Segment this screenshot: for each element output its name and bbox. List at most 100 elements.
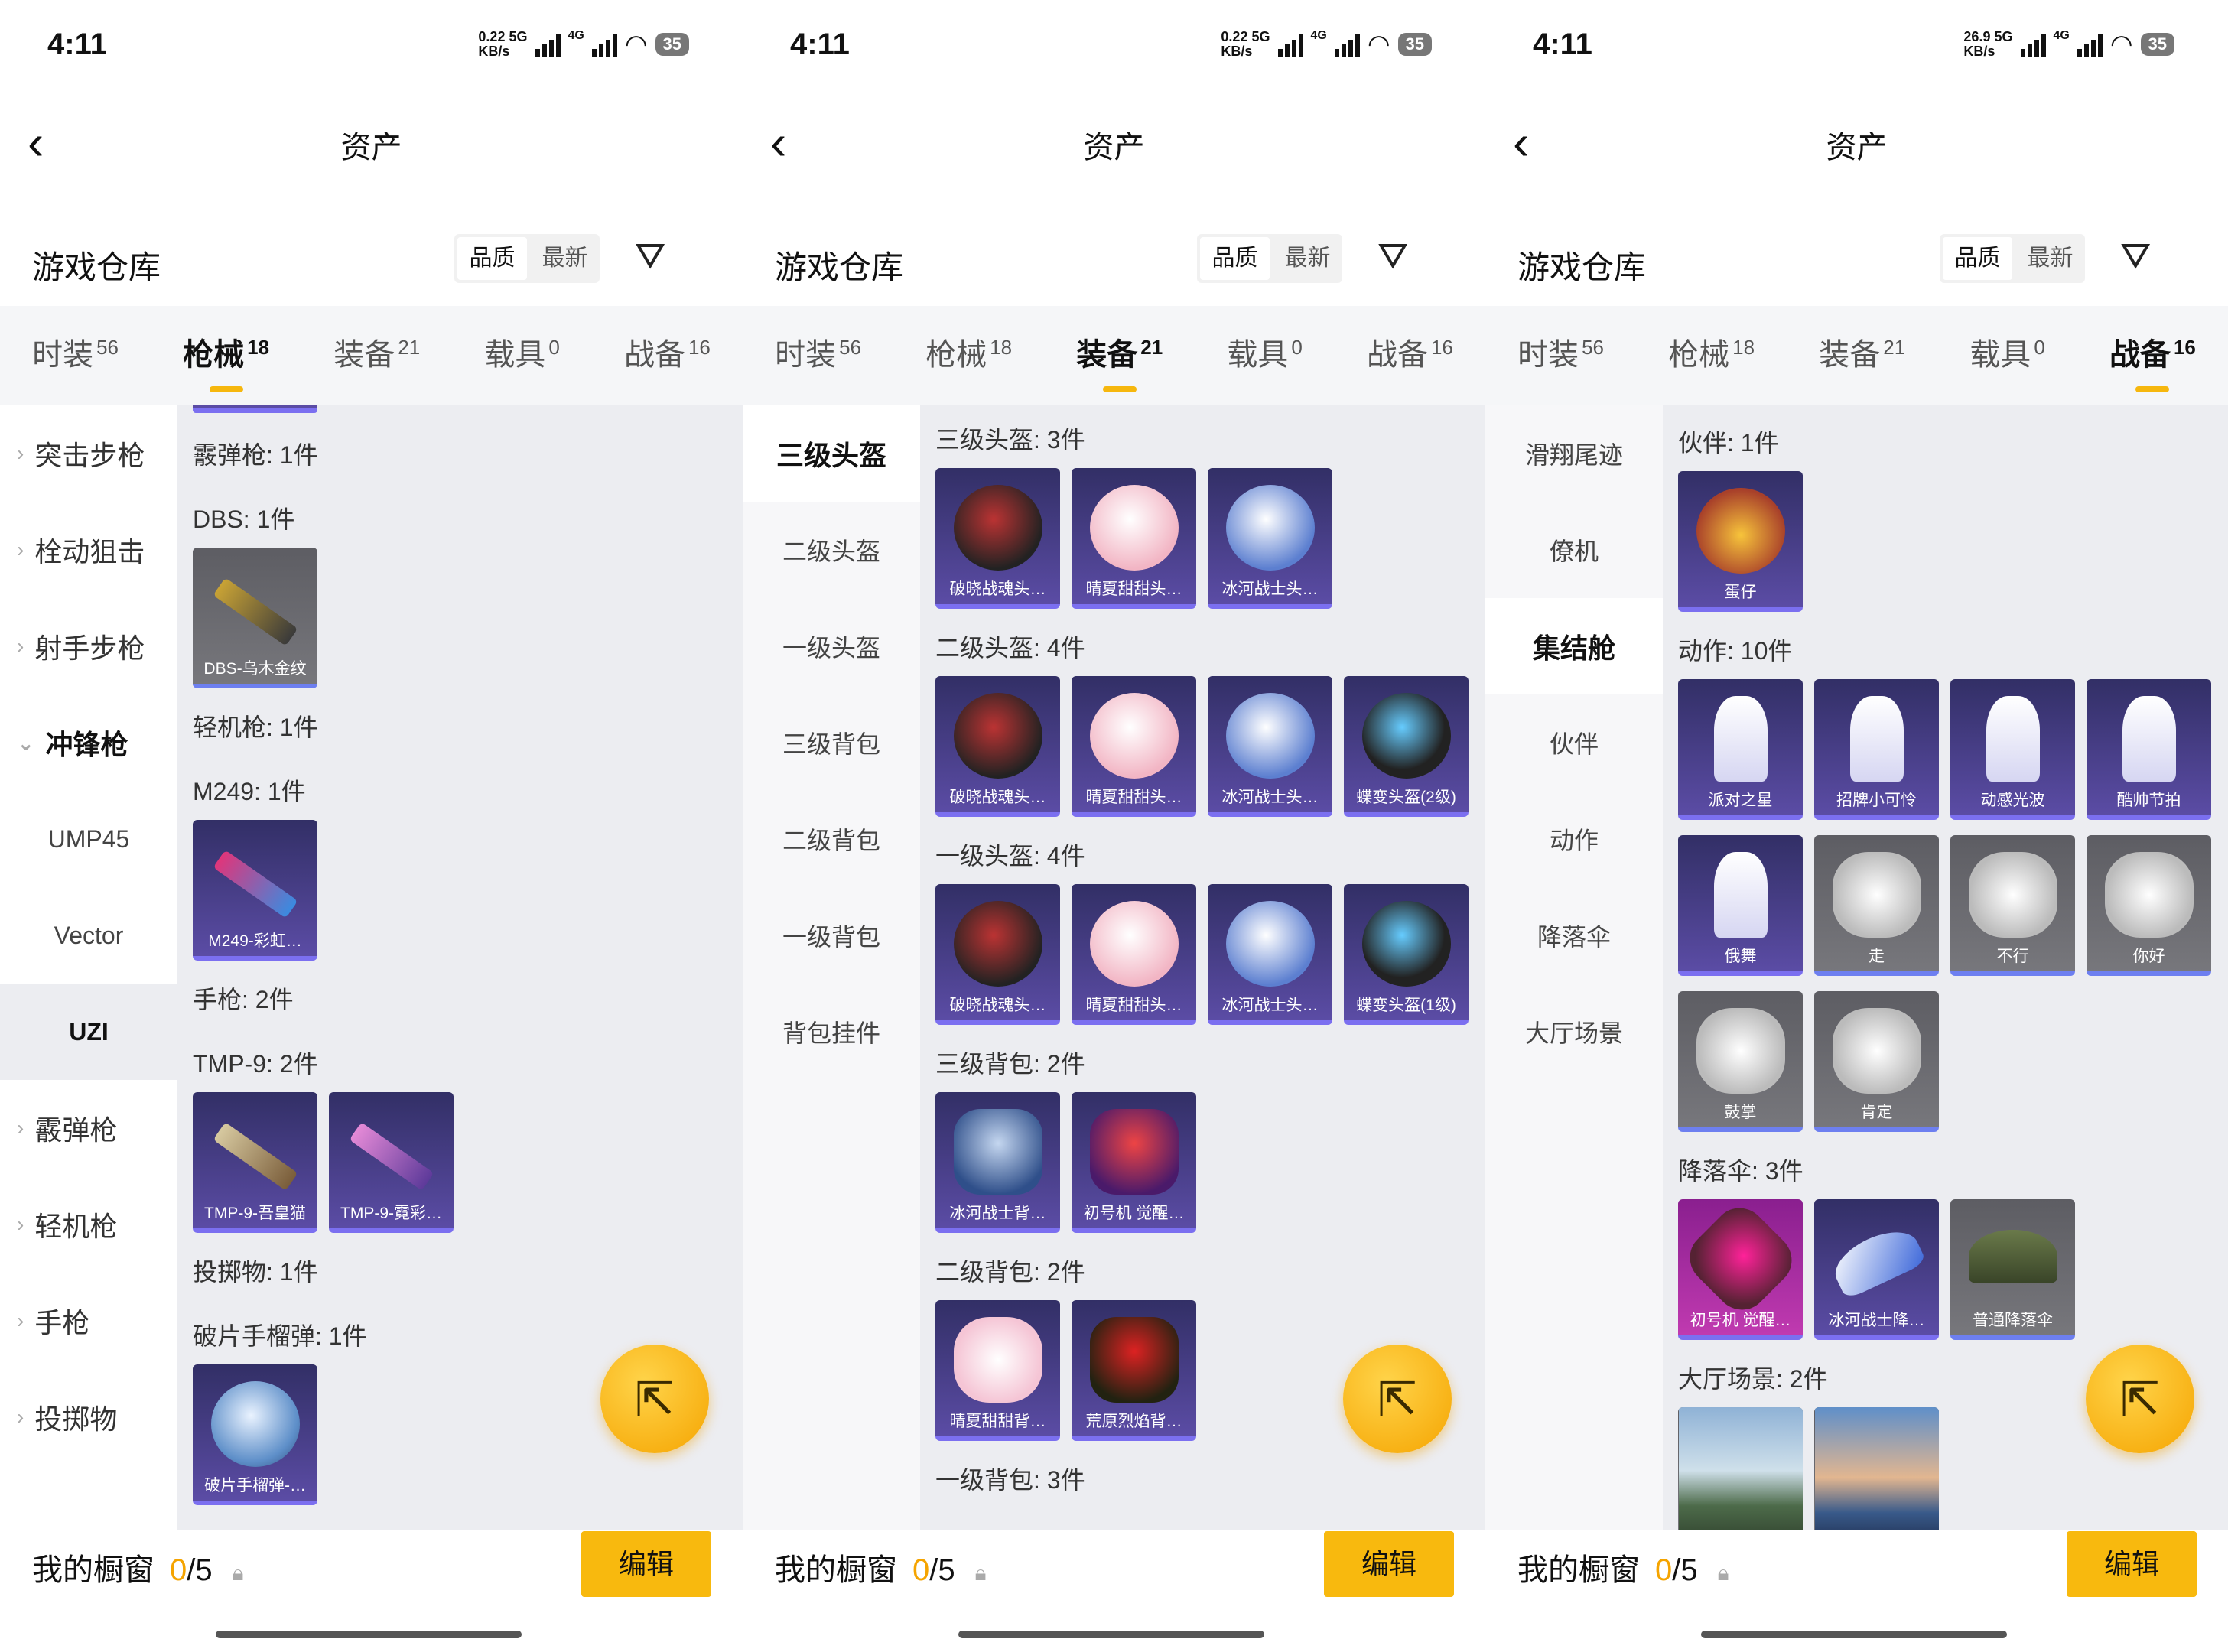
tab-gear[interactable]: 战备 16 — [2109, 330, 2196, 392]
item-card[interactable]: 蝶变头盔(2级) — [1344, 676, 1469, 817]
home-indicator[interactable] — [1701, 1631, 2007, 1638]
item-card[interactable]: 初号机 觉醒… — [1678, 1199, 1803, 1340]
item-card[interactable]: TMP-9-吾皇猫 — [193, 1092, 317, 1233]
sidebar-item-assault-rifle[interactable]: › 突击步枪 — [0, 405, 177, 502]
item-card[interactable]: 晴夏甜甜头… — [1072, 468, 1196, 609]
item-card[interactable]: M249-彩虹… — [193, 820, 317, 961]
item-card[interactable]: 破晓战魂头… — [935, 676, 1060, 817]
item-card[interactable]: 晴夏甜甜背… — [935, 1300, 1060, 1441]
sidebar-item-shotgun[interactable]: › 霰弹枪 — [0, 1080, 177, 1176]
item-card[interactable]: 冰河战士背… — [935, 1092, 1060, 1233]
sort-quality-button[interactable]: 品质 — [1943, 237, 2012, 280]
edit-button[interactable]: 编辑 — [581, 1531, 711, 1597]
item-card[interactable]: 冰河战士降… — [1814, 1199, 1939, 1340]
tab-gear[interactable]: 战备 16 — [1367, 330, 1453, 382]
item-card-partial[interactable] — [193, 405, 317, 413]
sidebar-item-lobby-scene[interactable]: 大厅场景 — [1485, 984, 1663, 1080]
tab-weapons[interactable]: 枪械 18 — [1668, 330, 1755, 382]
sidebar-item-helmet-lv3[interactable]: 三级头盔 — [743, 405, 920, 502]
sidebar-item-wingman[interactable]: 僚机 — [1485, 502, 1663, 598]
item-card[interactable]: 破晓战魂头… — [935, 884, 1060, 1025]
tab-vehicles[interactable]: 载具 0 — [1227, 330, 1302, 382]
sort-latest-button[interactable]: 最新 — [2015, 234, 2085, 283]
sidebar-item-throwable[interactable]: › 投掷物 — [0, 1369, 177, 1465]
item-card[interactable]: 荒原烈焰背… — [1072, 1300, 1196, 1441]
share-button[interactable]: ⇱ — [1343, 1345, 1452, 1453]
item-card-label: 晴夏甜甜头… — [1085, 580, 1182, 598]
filter-icon[interactable]: ⛛ — [635, 236, 665, 278]
item-card[interactable]: 派对之星 — [1678, 679, 1803, 820]
sidebar-subitem-ump45[interactable]: UMP45 — [0, 791, 177, 887]
tab-equipment[interactable]: 装备 21 — [333, 330, 420, 382]
sidebar-item-bolt-sniper[interactable]: › 栓动狙击 — [0, 502, 177, 598]
sidebar-subitem-uzi[interactable]: UZI — [0, 984, 177, 1080]
item-card[interactable]: 肯定 — [1814, 991, 1939, 1132]
sidebar-item-backpack-lv1[interactable]: 一级背包 — [743, 887, 920, 984]
item-card[interactable]: 招牌小可怜 — [1814, 679, 1939, 820]
item-card[interactable]: 破晓战魂头… — [935, 468, 1060, 609]
tab-vehicles[interactable]: 载具 0 — [1969, 330, 2044, 382]
tab-weapons[interactable]: 枪械 18 — [925, 330, 1012, 382]
item-card-label: 你好 — [2132, 948, 2165, 965]
filter-icon[interactable]: ⛛ — [1377, 236, 1408, 278]
item-card[interactable]: 不行 — [1950, 835, 2075, 976]
item-card[interactable]: TMP-9-霓彩… — [329, 1092, 454, 1233]
item-card[interactable]: 鼓掌 — [1678, 991, 1803, 1132]
sidebar-item-backpack-lv2[interactable]: 二级背包 — [743, 791, 920, 887]
share-button[interactable]: ⇱ — [2086, 1345, 2194, 1453]
edit-button[interactable]: 编辑 — [2067, 1531, 2197, 1597]
sort-quality-button[interactable]: 品质 — [457, 237, 527, 280]
filter-icon[interactable]: ⛛ — [2120, 236, 2151, 278]
sidebar-item-companion[interactable]: 伙伴 — [1485, 694, 1663, 791]
item-card[interactable] — [1678, 1407, 1803, 1530]
item-card[interactable]: 俄舞 — [1678, 835, 1803, 976]
sidebar-item-smg[interactable]: ⌄ 冲锋枪 — [0, 694, 177, 791]
sidebar-item-rally-pod[interactable]: 集结舱 — [1485, 598, 1663, 694]
sort-latest-button[interactable]: 最新 — [530, 234, 600, 283]
item-card[interactable]: 酷帅节拍 — [2087, 679, 2211, 820]
sidebar-item-glide-trail[interactable]: 滑翔尾迹 — [1485, 405, 1663, 502]
home-indicator[interactable] — [958, 1631, 1264, 1638]
showcase-count-current: 0 — [1655, 1553, 1673, 1587]
sort-quality-button[interactable]: 品质 — [1200, 237, 1270, 280]
sidebar-item-lmg[interactable]: › 轻机枪 — [0, 1176, 177, 1273]
item-card[interactable]: 蝶变头盔(1级) — [1344, 884, 1469, 1025]
item-card[interactable]: 冰河战士头… — [1208, 468, 1332, 609]
tab-weapons[interactable]: 枪械 18 — [183, 330, 269, 392]
sidebar: 三级头盔 二级头盔 一级头盔 三级背包 二级背包 一级背包 背包挂件 — [743, 405, 920, 1530]
sidebar-item-marksman-rifle[interactable]: › 射手步枪 — [0, 598, 177, 694]
sidebar-item-helmet-lv2[interactable]: 二级头盔 — [743, 502, 920, 598]
item-card[interactable]: 你好 — [2087, 835, 2211, 976]
tab-equipment[interactable]: 装备 21 — [1076, 330, 1163, 392]
item-card[interactable]: 冰河战士头… — [1208, 884, 1332, 1025]
item-card[interactable]: 普通降落伞 — [1950, 1199, 2075, 1340]
external-link-icon: ⇱ — [1377, 1373, 1417, 1426]
item-card[interactable]: 动感光波 — [1950, 679, 2075, 820]
item-card[interactable]: 走 — [1814, 835, 1939, 976]
item-card[interactable]: 冰河战士头… — [1208, 676, 1332, 817]
tab-fashion[interactable]: 时装 56 — [32, 330, 119, 382]
sort-latest-button[interactable]: 最新 — [1273, 234, 1342, 283]
sidebar-item-backpack-lv3[interactable]: 三级背包 — [743, 694, 920, 791]
sidebar-item-parachute[interactable]: 降落伞 — [1485, 887, 1663, 984]
tab-fashion[interactable]: 时装 56 — [775, 330, 861, 382]
tab-equipment[interactable]: 装备 21 — [1819, 330, 1905, 382]
item-card[interactable]: 初号机 觉醒… — [1072, 1092, 1196, 1233]
sidebar-item-helmet-lv1[interactable]: 一级头盔 — [743, 598, 920, 694]
sidebar-subitem-vector[interactable]: Vector — [0, 887, 177, 984]
item-card[interactable]: 晴夏甜甜头… — [1072, 884, 1196, 1025]
item-card[interactable]: DBS-乌木金纹 — [193, 548, 317, 688]
item-card[interactable]: 破片手榴弹-… — [193, 1364, 317, 1505]
edit-button[interactable]: 编辑 — [1324, 1531, 1454, 1597]
tab-vehicles[interactable]: 载具 0 — [484, 330, 559, 382]
tab-gear[interactable]: 战备 16 — [624, 330, 711, 382]
item-card[interactable]: 蛋仔 — [1678, 471, 1803, 612]
sidebar-item-emote[interactable]: 动作 — [1485, 791, 1663, 887]
item-card[interactable]: 晴夏甜甜头… — [1072, 676, 1196, 817]
share-button[interactable]: ⇱ — [600, 1345, 709, 1453]
home-indicator[interactable] — [216, 1631, 522, 1638]
sidebar-item-pistol[interactable]: › 手枪 — [0, 1273, 177, 1369]
tab-fashion[interactable]: 时装 56 — [1517, 330, 1604, 382]
item-card[interactable] — [1814, 1407, 1939, 1530]
sidebar-item-backpack-charm[interactable]: 背包挂件 — [743, 984, 920, 1080]
